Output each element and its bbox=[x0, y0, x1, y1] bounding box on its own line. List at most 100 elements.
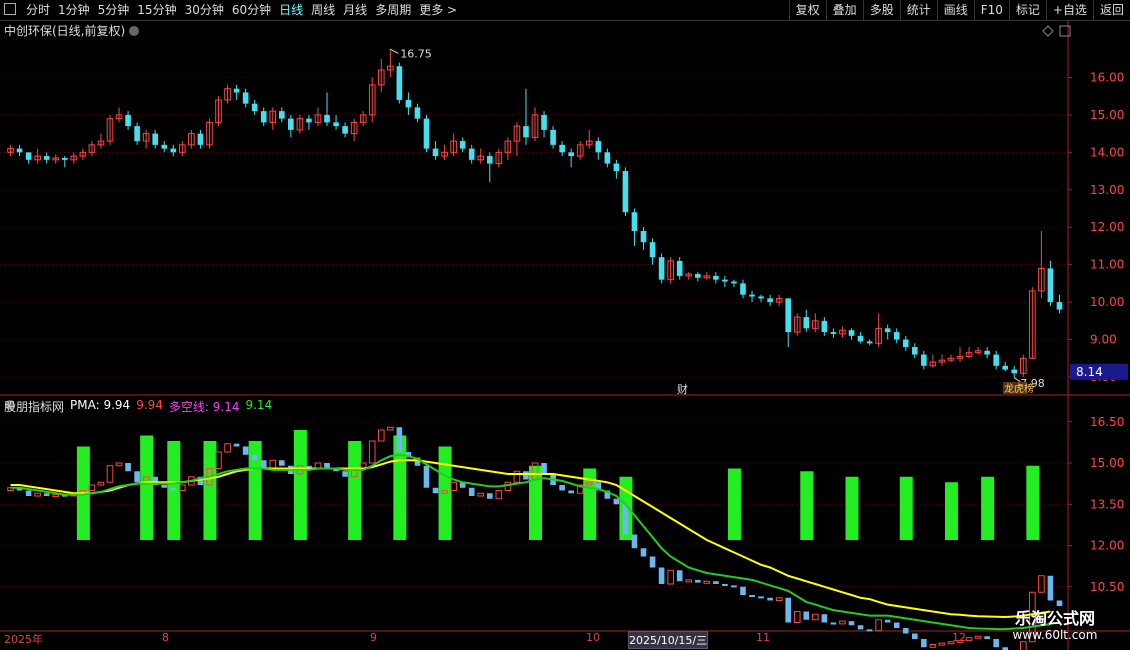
period-tab-6[interactable]: 日线 bbox=[279, 0, 303, 20]
period-tab-0[interactable]: 分时 bbox=[26, 0, 50, 20]
period-tab-4[interactable]: 30分钟 bbox=[185, 0, 224, 20]
ind-box bbox=[839, 620, 846, 625]
green-signal-bar bbox=[845, 476, 859, 540]
ind-box bbox=[893, 622, 900, 628]
ind-box bbox=[179, 484, 186, 491]
candle-body bbox=[658, 257, 665, 280]
candle-body bbox=[857, 335, 864, 342]
ind-box bbox=[115, 462, 123, 467]
tool-button-0[interactable]: 复权 bbox=[788, 0, 826, 20]
green-signal-bar bbox=[140, 435, 154, 540]
ind-box bbox=[224, 443, 231, 453]
candle-body bbox=[550, 129, 556, 145]
ind-box bbox=[685, 579, 693, 583]
ind-tick-label-0: 16.50 bbox=[1090, 415, 1124, 429]
ind-box bbox=[368, 440, 376, 464]
green-signal-bar bbox=[203, 441, 217, 540]
candle-body bbox=[631, 212, 638, 231]
chevron-down-icon[interactable] bbox=[129, 26, 140, 36]
candle-body bbox=[595, 141, 602, 153]
ind-box bbox=[97, 481, 105, 486]
ind-box bbox=[731, 585, 737, 588]
period-tab-10[interactable]: 更多 > bbox=[419, 0, 457, 20]
ind-box bbox=[251, 454, 258, 461]
period-tab-9[interactable]: 多周期 bbox=[375, 0, 411, 20]
kline-chart[interactable]: 16.00 15.00 14.00 13.00 12.00 11.00 10.00 9.00 8… bbox=[0, 20, 1130, 650]
menu-icon[interactable] bbox=[4, 3, 16, 15]
tool-button-6[interactable]: 标记 bbox=[1008, 0, 1046, 20]
candle-body bbox=[233, 88, 240, 93]
ind-box bbox=[676, 570, 683, 582]
period-tab-1[interactable]: 1分钟 bbox=[58, 0, 90, 20]
period-tab-2[interactable]: 5分钟 bbox=[98, 0, 130, 20]
date-label-aug: 8 bbox=[162, 631, 169, 644]
tool-button-4[interactable]: 画线 bbox=[936, 0, 974, 20]
candle-body bbox=[785, 298, 791, 333]
ind-box bbox=[215, 451, 222, 469]
ind-box bbox=[1047, 575, 1054, 601]
ind-box bbox=[242, 446, 249, 455]
ind-box bbox=[43, 493, 50, 496]
ind-box bbox=[541, 463, 547, 474]
candle-body bbox=[767, 298, 773, 303]
ind-box bbox=[568, 490, 574, 494]
candle-body bbox=[197, 133, 204, 145]
ind-box bbox=[1056, 600, 1063, 606]
candle-body bbox=[405, 99, 412, 108]
ind-box bbox=[631, 534, 638, 549]
candle-body bbox=[16, 148, 23, 153]
ind-box bbox=[785, 597, 791, 623]
period-tab-3[interactable]: 15分钟 bbox=[137, 0, 176, 20]
period-tab-5[interactable]: 60分钟 bbox=[232, 0, 271, 20]
ind-box bbox=[423, 465, 430, 488]
ind-tick-label-3: 12.00 bbox=[1090, 539, 1124, 553]
candle-body bbox=[1011, 369, 1018, 374]
green-signal-bar bbox=[1026, 465, 1040, 540]
candle-body bbox=[324, 114, 330, 123]
candle-body bbox=[731, 281, 737, 284]
period-tab-7[interactable]: 周线 bbox=[311, 0, 335, 20]
tool-button-7[interactable]: +自选 bbox=[1045, 0, 1093, 20]
tool-button-2[interactable]: 多股 bbox=[862, 0, 900, 20]
ind-box bbox=[640, 548, 647, 557]
candle-body bbox=[921, 354, 927, 366]
candle-body bbox=[830, 332, 837, 334]
indicator-header: 股朋指标网 PMA: 9.94 9.94 多空线: 9.14 9.14 bbox=[4, 398, 272, 415]
tool-button-8[interactable]: 返回 bbox=[1092, 0, 1130, 20]
main-tick-label-7: 9.00 bbox=[1090, 333, 1117, 347]
dkx-value-2: 9.14 bbox=[245, 398, 273, 412]
ind-tick-label-1: 15.00 bbox=[1090, 456, 1124, 470]
candle-body bbox=[134, 126, 140, 142]
date-cursor-label: 2025/10/15/三 bbox=[628, 631, 709, 649]
candle-body bbox=[613, 163, 620, 172]
candle-body bbox=[902, 339, 909, 348]
ind-box bbox=[269, 459, 277, 469]
current-price-label: 8.14 bbox=[1076, 365, 1103, 379]
ind-box bbox=[432, 487, 439, 494]
green-signal-bar bbox=[944, 482, 958, 540]
candle-body bbox=[848, 330, 855, 336]
tool-button-1[interactable]: 叠加 bbox=[825, 0, 863, 20]
ind-box bbox=[495, 490, 503, 500]
main-tick-label-4: 12.00 bbox=[1090, 220, 1124, 234]
high-label: 16.75 bbox=[400, 47, 432, 60]
period-tab-8[interactable]: 月线 bbox=[343, 0, 367, 20]
tool-button-5[interactable]: F10 bbox=[973, 0, 1009, 20]
ind-box bbox=[857, 625, 864, 630]
ind-box bbox=[622, 504, 629, 535]
tool-button-3[interactable]: 统计 bbox=[899, 0, 937, 20]
main-tick-label-0: 16.00 bbox=[1090, 70, 1124, 84]
ind-box bbox=[25, 490, 32, 496]
candle-body bbox=[559, 144, 565, 153]
ind-box bbox=[342, 471, 348, 477]
stock-title[interactable]: 中创环保(日线,前复权) bbox=[4, 22, 140, 39]
indicator-name[interactable]: 股朋指标网 bbox=[4, 398, 64, 415]
tag-lhb: 龙虎榜 bbox=[1004, 382, 1034, 395]
high-marker-line bbox=[390, 48, 399, 54]
candle-body bbox=[468, 148, 475, 160]
candle-body bbox=[993, 354, 999, 366]
candle-body bbox=[568, 152, 574, 157]
ind-box bbox=[694, 579, 701, 583]
candle-body bbox=[911, 347, 918, 355]
ind-box bbox=[613, 498, 620, 505]
